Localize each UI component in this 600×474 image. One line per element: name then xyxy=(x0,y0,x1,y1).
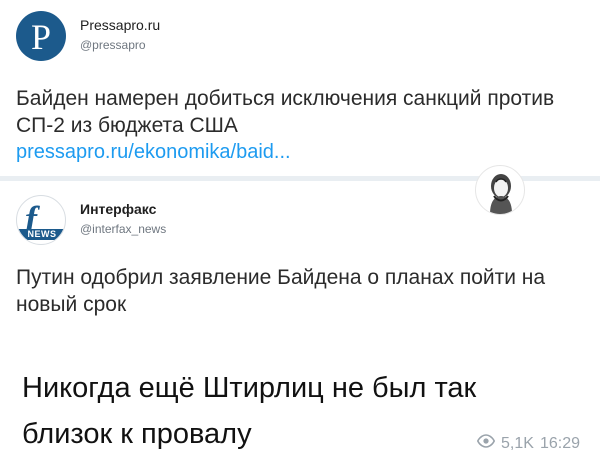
author-handle[interactable]: @pressapro xyxy=(80,38,146,52)
avatar-pressapro[interactable]: P xyxy=(16,11,66,61)
caption-line-1: Никогда ещё Штирлиц не был так xyxy=(22,372,477,404)
tweet-text: Путин одобрил заявление Байдена о планах… xyxy=(16,266,546,316)
avatar-letter: P xyxy=(30,17,52,57)
message-time: 16:29 xyxy=(539,434,580,452)
author-name[interactable]: Интерфакс xyxy=(80,201,156,217)
avatar-interfax[interactable]: f NEWS xyxy=(16,195,66,245)
message-meta: 5,1K 16:29 xyxy=(476,432,580,455)
tweet-link[interactable]: pressapro.ru/ekonomika/baid... xyxy=(16,141,291,164)
avatar-news-badge: NEWS xyxy=(17,229,65,240)
portrait-icon xyxy=(475,165,525,215)
tweet-text: Байден намерен добиться исключения санкц… xyxy=(16,87,555,137)
eye-icon xyxy=(476,432,496,455)
views-count: 5,1K xyxy=(501,434,534,452)
author-handle[interactable]: @interfax_news xyxy=(80,222,166,236)
author-name[interactable]: Pressapro.ru xyxy=(80,17,160,33)
